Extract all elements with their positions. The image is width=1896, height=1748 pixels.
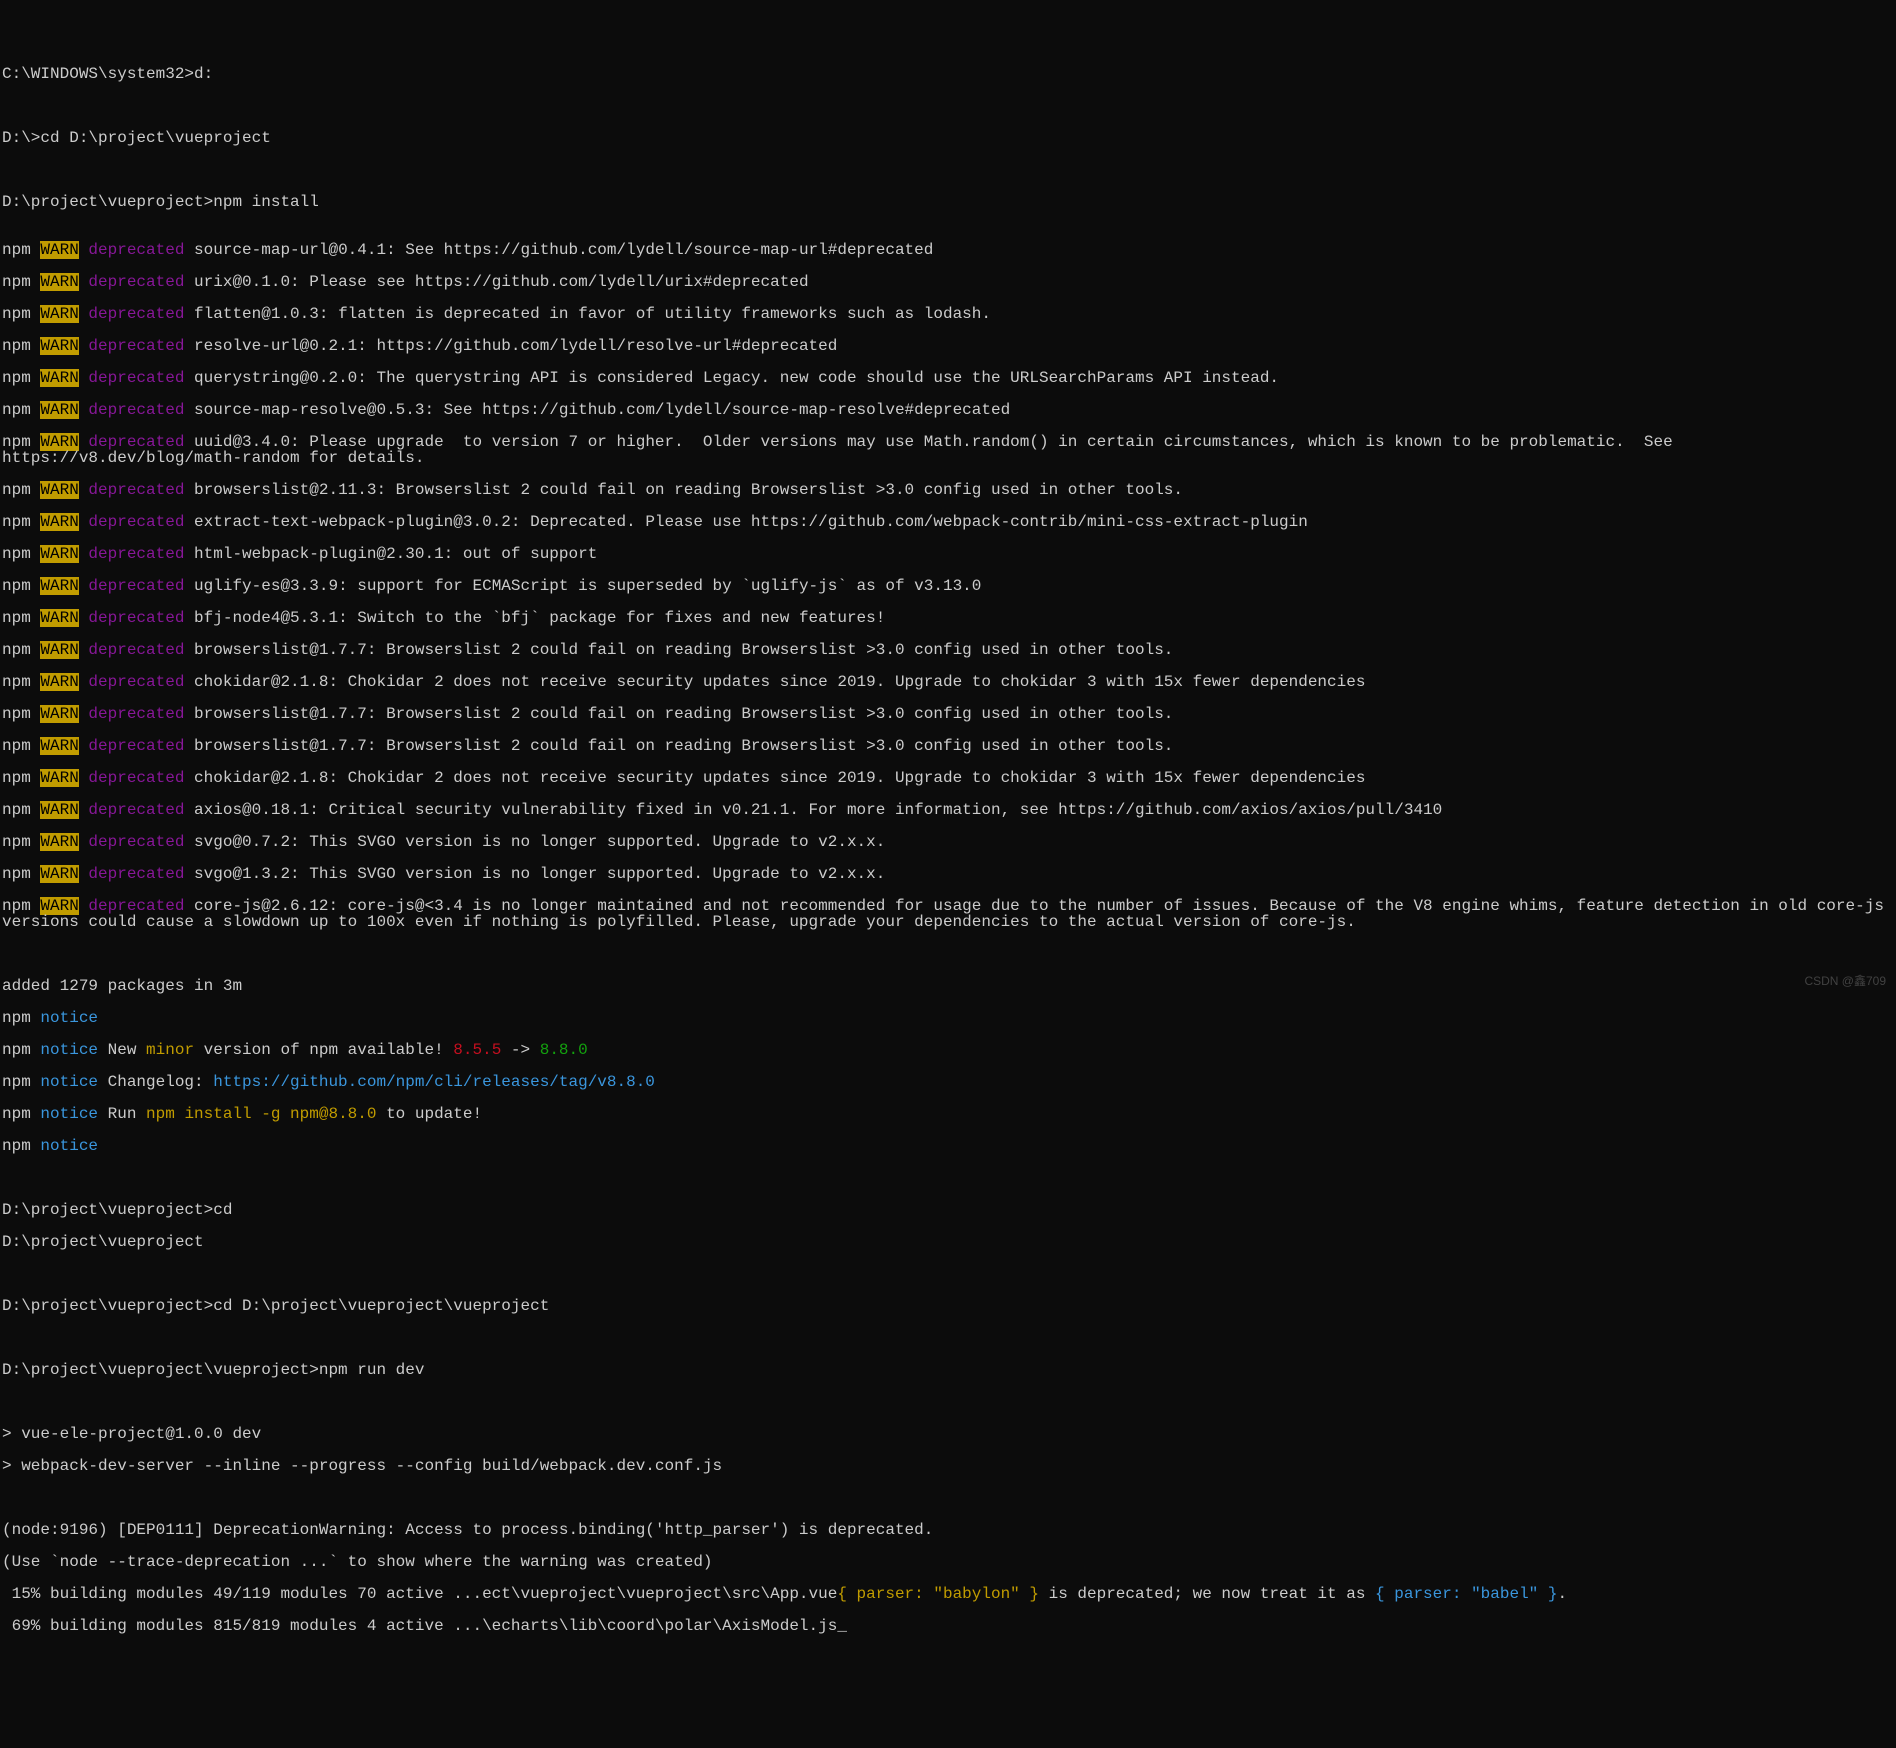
warn-badge: WARN [40,369,78,387]
warn-badge: WARN [40,673,78,691]
warn-line: npm WARN deprecated browserslist@1.7.7: … [2,642,1894,658]
prompt-line[interactable]: D:\project\vueproject>npm install [2,194,1894,210]
warn-line: npm WARN deprecated core-js@2.6.12: core… [2,898,1894,930]
warn-line: npm WARN deprecated axios@0.18.1: Critic… [2,802,1894,818]
warn-msg: source-map-url@0.4.1: See https://github… [184,241,933,259]
prompt-line[interactable]: D:\>cd D:\project\vueproject [2,130,1894,146]
warn-badge: WARN [40,481,78,499]
blank-line [2,98,1894,114]
notice-line: npm notice [2,1010,1894,1026]
warn-badge: WARN [40,865,78,883]
warn-badge: WARN [40,641,78,659]
changelog-url: https://github.com/npm/cli/releases/tag/… [213,1073,655,1091]
warn-badge: WARN [40,833,78,851]
blank-line [2,162,1894,178]
blank-line [2,946,1894,962]
warn-line: npm WARN deprecated uuid@3.4.0: Please u… [2,434,1894,466]
output-line: D:\project\vueproject [2,1234,1894,1250]
build-progress: 69% building modules 815/819 modules 4 a… [2,1618,1894,1634]
blank-line [2,1394,1894,1410]
prompt-line[interactable]: D:\project\vueproject>cd D:\project\vuep… [2,1298,1894,1314]
warn-badge: WARN [40,609,78,627]
blank-line [2,1330,1894,1346]
minor-label: minor [146,1041,194,1059]
warn-line: npm WARN deprecated chokidar@2.1.8: Chok… [2,770,1894,786]
warn-line: npm WARN deprecated chokidar@2.1.8: Chok… [2,674,1894,690]
warn-line: npm WARN deprecated flatten@1.0.3: flatt… [2,306,1894,322]
added-line: added 1279 packages in 3m [2,978,1894,994]
new-version: 8.8.0 [540,1041,588,1059]
warn-badge: WARN [40,513,78,531]
deprecated-label: deprecated [88,241,184,259]
warn-badge: WARN [40,577,78,595]
warn-badge: WARN [40,545,78,563]
notice-line: npm notice New minor version of npm avai… [2,1042,1894,1058]
warn-badge: WARN [40,241,78,259]
warn-line: npm WARN deprecated browserslist@2.11.3:… [2,482,1894,498]
warn-line: npm WARN deprecated querystring@0.2.0: T… [2,370,1894,386]
build-progress: 15% building modules 49/119 modules 70 a… [2,1586,1894,1602]
warn-badge: WARN [40,769,78,787]
prompt-line[interactable]: D:\project\vueproject\vueproject>npm run… [2,1362,1894,1378]
warn-badge: WARN [40,337,78,355]
warn-badge: WARN [40,737,78,755]
warn-line: npm WARN deprecated source-map-url@0.4.1… [2,242,1894,258]
blank-line [2,1170,1894,1186]
warn-badge: WARN [40,801,78,819]
warn-line: npm WARN deprecated svgo@1.3.2: This SVG… [2,866,1894,882]
warn-line: npm WARN deprecated urix@0.1.0: Please s… [2,274,1894,290]
parser-babylon: { parser: "babylon" } [837,1585,1039,1603]
warn-line: npm WARN deprecated html-webpack-plugin@… [2,546,1894,562]
warn-line: npm WARN deprecated source-map-resolve@0… [2,402,1894,418]
blank-line [2,1490,1894,1506]
npm-label: npm [2,241,40,259]
warn-line: npm WARN deprecated extract-text-webpack… [2,514,1894,530]
warn-badge: WARN [40,705,78,723]
prompt-line[interactable]: D:\project\vueproject>cd [2,1202,1894,1218]
warn-line: npm WARN deprecated browserslist@1.7.7: … [2,738,1894,754]
watermark: CSDN @鑫709 [1804,975,1886,987]
deprecation-warning: (node:9196) [DEP0111] DeprecationWarning… [2,1522,1894,1538]
warn-badge: WARN [40,305,78,323]
warn-badge: WARN [40,273,78,291]
blank-line [2,1266,1894,1282]
warn-line: npm WARN deprecated browserslist@1.7.7: … [2,706,1894,722]
prompt-text: C:\WINDOWS\system32>d: [2,65,213,83]
notice-label: notice [40,1009,98,1027]
old-version: 8.5.5 [453,1041,501,1059]
notice-line: npm notice Run npm install -g npm@8.8.0 … [2,1106,1894,1122]
warn-line: npm WARN deprecated resolve-url@0.2.1: h… [2,338,1894,354]
run-output: > vue-ele-project@1.0.0 dev [2,1426,1894,1442]
prompt-text: D:\project\vueproject>npm install [2,193,319,211]
warn-badge: WARN [40,401,78,419]
warn-line: npm WARN deprecated uglify-es@3.3.9: sup… [2,578,1894,594]
warn-line: npm WARN deprecated bfj-node4@5.3.1: Swi… [2,610,1894,626]
cursor-icon: _ [837,1617,847,1635]
notice-line: npm notice [2,1138,1894,1154]
warn-line: npm WARN deprecated svgo@0.7.2: This SVG… [2,834,1894,850]
notice-line: npm notice Changelog: https://github.com… [2,1074,1894,1090]
prompt-line[interactable]: C:\WINDOWS\system32>d: [2,66,1894,82]
prompt-text: D:\>cd D:\project\vueproject [2,129,271,147]
install-cmd: npm install -g npm@8.8.0 [146,1105,376,1123]
deprecation-hint: (Use `node --trace-deprecation ...` to s… [2,1554,1894,1570]
run-output: > webpack-dev-server --inline --progress… [2,1458,1894,1474]
parser-babel: { parser: "babel" } [1375,1585,1557,1603]
